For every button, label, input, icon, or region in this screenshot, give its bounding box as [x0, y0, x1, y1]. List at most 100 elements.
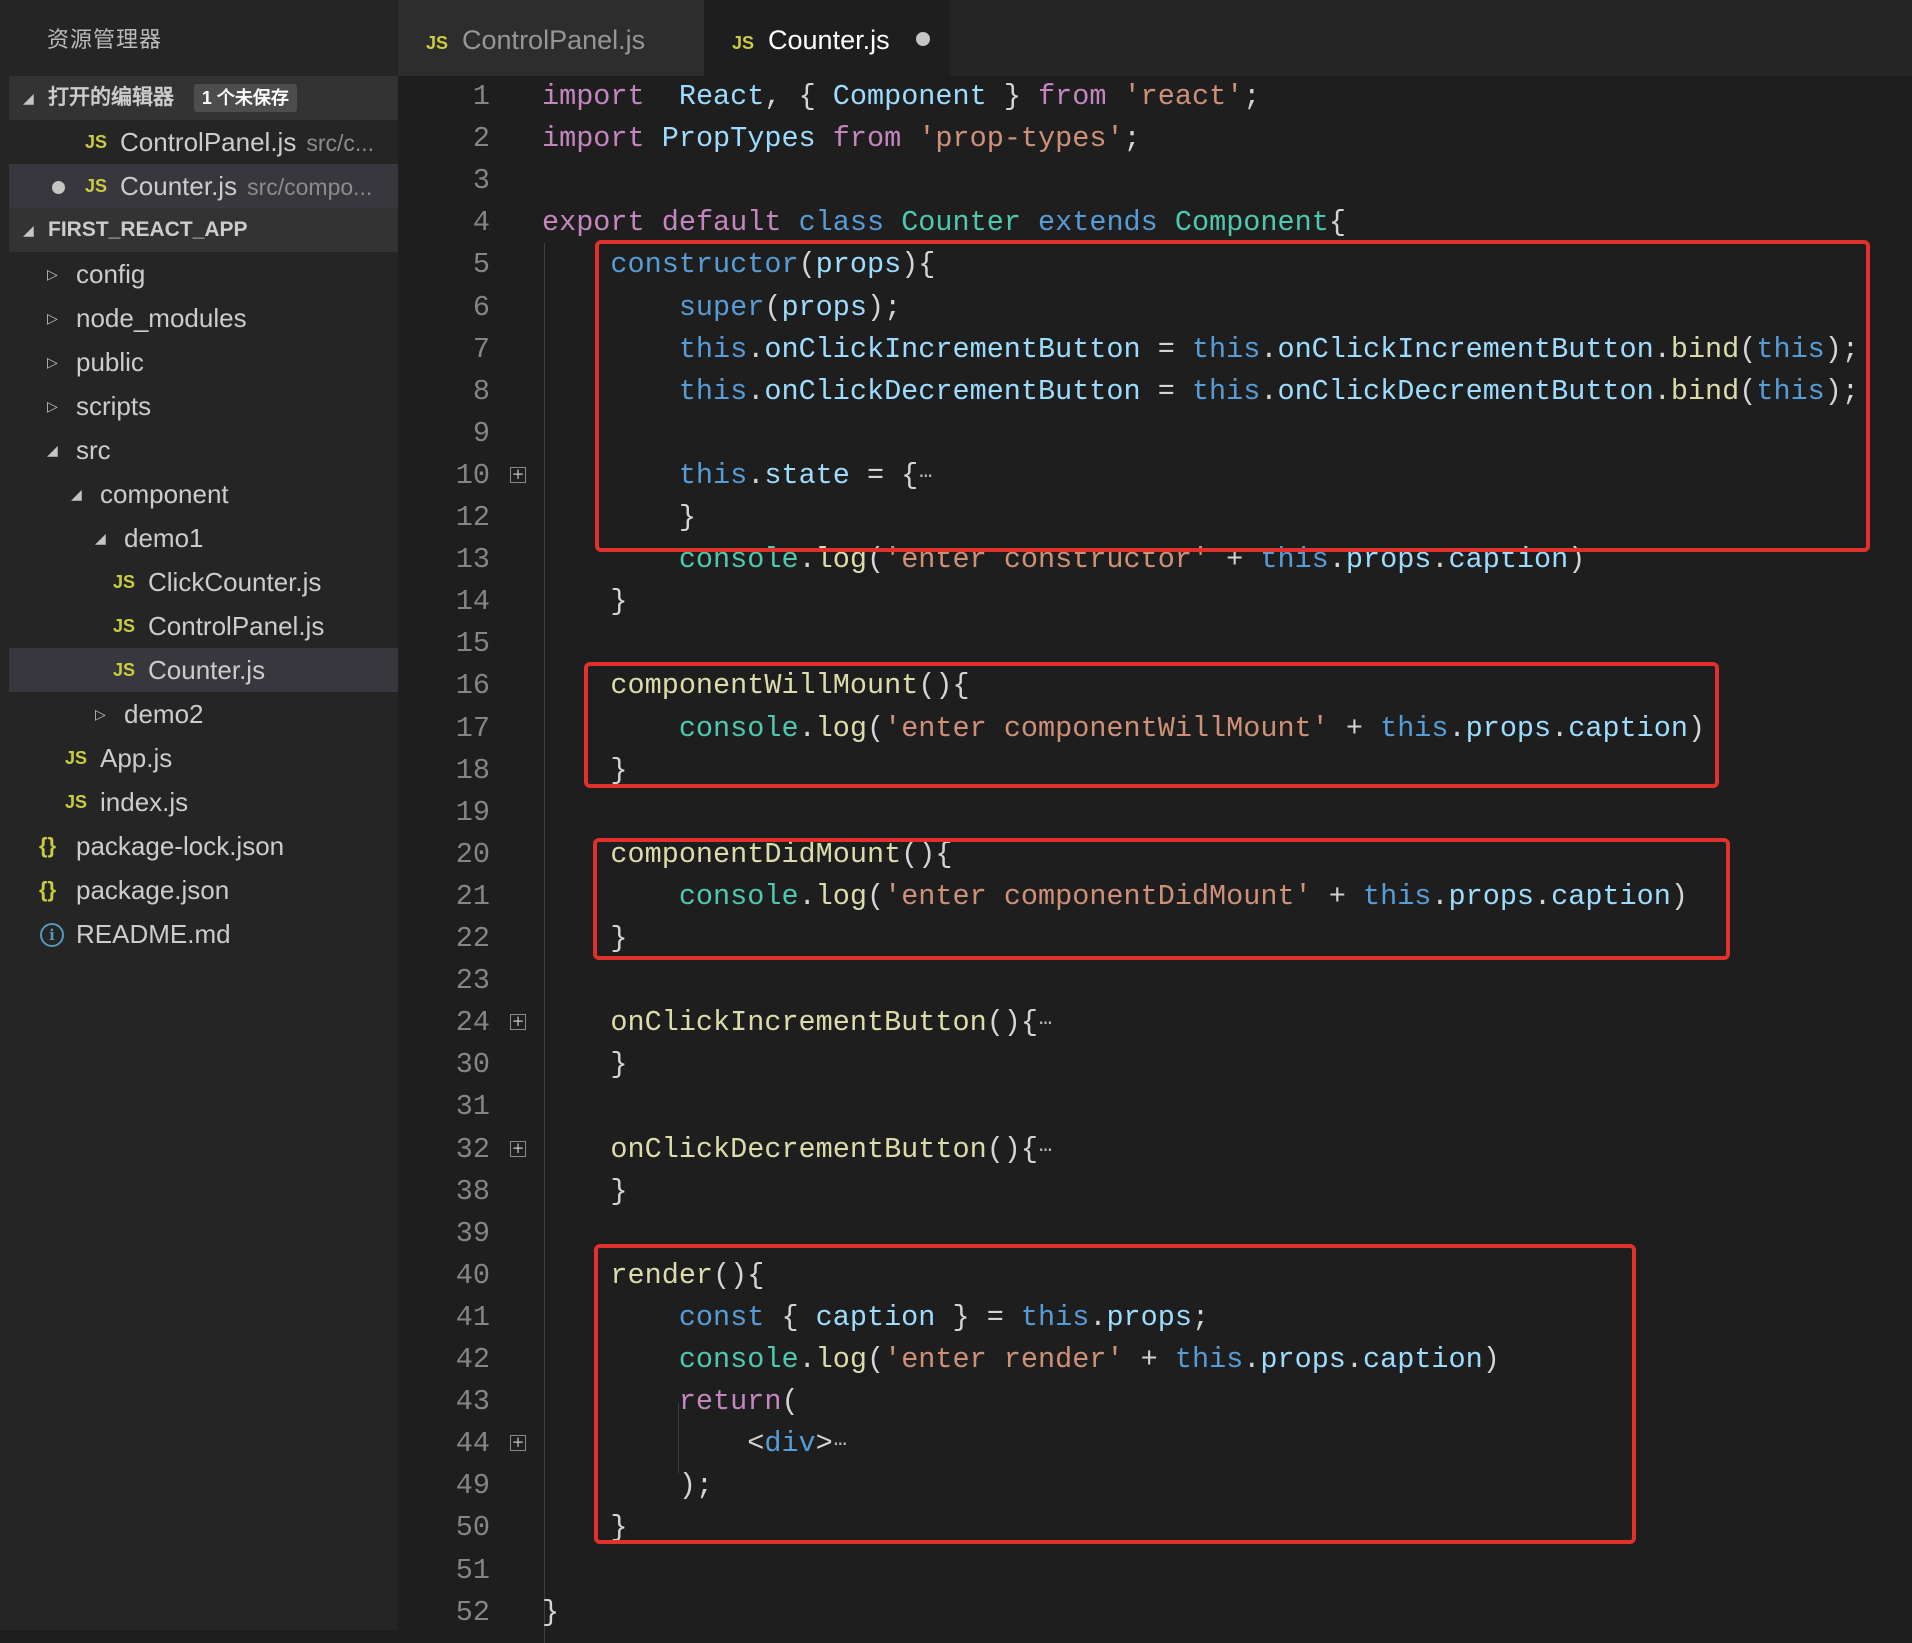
fold-expand-icon[interactable]: + [510, 466, 526, 483]
tree-item-config[interactable]: ▷ config [9, 252, 398, 296]
highlight-box-render [594, 1244, 1636, 1544]
open-editor-controlpanel[interactable]: JS ControlPanel.js src/c... [9, 120, 398, 164]
line-number: 20 [455, 837, 490, 871]
tree-item-clickcounter[interactable]: JS ClickCounter.js [9, 560, 398, 604]
code-line[interactable]: 1 import React, { Component } from 'react… [398, 76, 1912, 118]
info-icon: i [40, 923, 64, 947]
fold-expand-icon[interactable]: + [510, 1435, 526, 1452]
code-text: onClickDecrementButton(){··· [610, 1132, 1053, 1166]
tree-item-controlpanel[interactable]: JS ControlPanel.js [9, 604, 398, 648]
chevron-down-icon: ◢ [23, 222, 34, 238]
line-number: 18 [455, 753, 490, 787]
line-number: 23 [455, 964, 490, 998]
line-number: 9 [472, 416, 490, 450]
tree-item-app[interactable]: JS App.js [9, 736, 398, 780]
chevron-down-icon: ◢ [71, 486, 82, 502]
tab-label: Counter.js [768, 25, 890, 55]
line-number: 7 [472, 332, 490, 366]
tree-item-package[interactable]: {} package.json [9, 868, 398, 912]
js-file-icon: JS [113, 660, 136, 680]
chevron-down-icon: ◢ [95, 530, 106, 546]
editor-tab-bar: JS ControlPanel.js JS Counter.js [398, 0, 1912, 76]
code-text: export default class Counter extends Com… [542, 206, 1346, 240]
open-editor-counter[interactable]: JS Counter.js src/compo... [9, 164, 398, 208]
line-number: 49 [455, 1469, 490, 1503]
line-number: 5 [472, 248, 490, 282]
code-line[interactable]: 31 [398, 1086, 1912, 1128]
chevron-right-icon: ▷ [47, 310, 58, 326]
chevron-down-icon: ◢ [23, 90, 34, 106]
chevron-right-icon: ▷ [47, 266, 58, 282]
tree-item-demo1[interactable]: ◢ demo1 [9, 516, 398, 560]
project-header[interactable]: ◢ FIRST_REACT_APP [9, 208, 398, 252]
code-line[interactable]: 23 [398, 960, 1912, 1002]
open-editors-header[interactable]: ◢ 打开的编辑器 1 个未保存 [9, 76, 398, 120]
tree-item-public[interactable]: ▷ public [9, 340, 398, 384]
line-number: 51 [455, 1553, 490, 1587]
code-line[interactable]: 52} [398, 1592, 1912, 1634]
js-file-icon: JS [65, 748, 88, 768]
open-editor-path: src/compo... [247, 174, 373, 200]
line-number: 44 [455, 1427, 490, 1461]
code-line[interactable]: 2 import PropTypes from 'prop-types'; [398, 118, 1912, 160]
code-line[interactable]: 14 } [398, 581, 1912, 623]
line-number: 40 [455, 1258, 490, 1292]
code-line[interactable]: 4 export default class Counter extends Co… [398, 202, 1912, 244]
line-number: 16 [455, 669, 490, 703]
json-file-icon: {} [39, 877, 57, 902]
line-number: 43 [455, 1385, 490, 1419]
tree-item-package-lock[interactable]: {} package-lock.json [9, 824, 398, 868]
line-number: 50 [455, 1511, 490, 1545]
code-line[interactable]: 38 } [398, 1171, 1912, 1213]
line-number: 8 [472, 374, 490, 408]
folded-ellipsis[interactable]: ··· [1038, 1138, 1053, 1162]
line-number: 32 [455, 1132, 490, 1166]
code-line[interactable]: 3 [398, 160, 1912, 202]
tree-item-demo2[interactable]: ▷ demo2 [9, 692, 398, 736]
code-text: } [542, 1595, 560, 1629]
tree-item-index[interactable]: JS index.js [9, 780, 398, 824]
fold-expand-icon[interactable]: + [510, 1140, 526, 1157]
tab-counter[interactable]: JS Counter.js [704, 0, 950, 76]
tree-item-src[interactable]: ◢ src [9, 428, 398, 472]
code-line[interactable]: 19 [398, 792, 1912, 834]
project-label: FIRST_REACT_APP [48, 218, 248, 241]
line-number: 38 [455, 1174, 490, 1208]
line-number: 17 [455, 711, 490, 745]
js-file-icon: JS [113, 616, 136, 636]
line-number: 31 [455, 1090, 490, 1124]
highlight-box-componentdidmount [593, 838, 1730, 960]
tree-item-counter[interactable]: JS Counter.js [9, 648, 398, 692]
line-number: 13 [455, 543, 490, 577]
line-number: 22 [455, 922, 490, 955]
chevron-right-icon: ▷ [47, 354, 58, 370]
explorer-title: 资源管理器 [47, 27, 163, 52]
tree-item-node-modules[interactable]: ▷ node_modules [9, 296, 398, 340]
fold-expand-icon[interactable]: + [510, 1014, 526, 1031]
line-number: 10 [455, 458, 490, 492]
js-file-icon: JS [426, 33, 449, 53]
tab-label: ControlPanel.js [462, 25, 646, 55]
js-file-icon: JS [65, 792, 88, 812]
tab-controlpanel[interactable]: JS ControlPanel.js [398, 0, 704, 76]
tree-item-scripts[interactable]: ▷ scripts [9, 384, 398, 428]
code-editor[interactable]: 1 import React, { Component } from 'react… [398, 76, 1912, 1643]
js-file-icon: JS [85, 132, 108, 152]
chevron-right-icon: ▷ [95, 706, 106, 722]
explorer-sidebar: 资源管理器 ◢ 打开的编辑器 1 个未保存 JS ControlPanel.js… [0, 0, 398, 1630]
unsaved-dot-icon[interactable] [915, 31, 930, 46]
tree-item-component[interactable]: ◢ component [9, 472, 398, 516]
tree-item-readme[interactable]: i README.md [9, 912, 398, 956]
folded-ellipsis[interactable]: ··· [1038, 1011, 1053, 1035]
code-line[interactable]: 30 } [398, 1044, 1912, 1086]
code-line[interactable]: 24 + onClickIncrementButton(){··· [398, 1002, 1912, 1044]
line-number: 3 [472, 164, 490, 198]
line-number: 39 [455, 1216, 490, 1250]
line-number: 4 [472, 206, 490, 240]
code-line[interactable]: 51 [398, 1550, 1912, 1592]
code-line[interactable]: 15 [398, 623, 1912, 665]
json-file-icon: {} [39, 833, 57, 858]
unsaved-dot-icon[interactable] [52, 181, 65, 194]
highlight-box-componentwillmount [584, 662, 1719, 788]
code-line[interactable]: 32 + onClickDecrementButton(){··· [398, 1129, 1912, 1171]
